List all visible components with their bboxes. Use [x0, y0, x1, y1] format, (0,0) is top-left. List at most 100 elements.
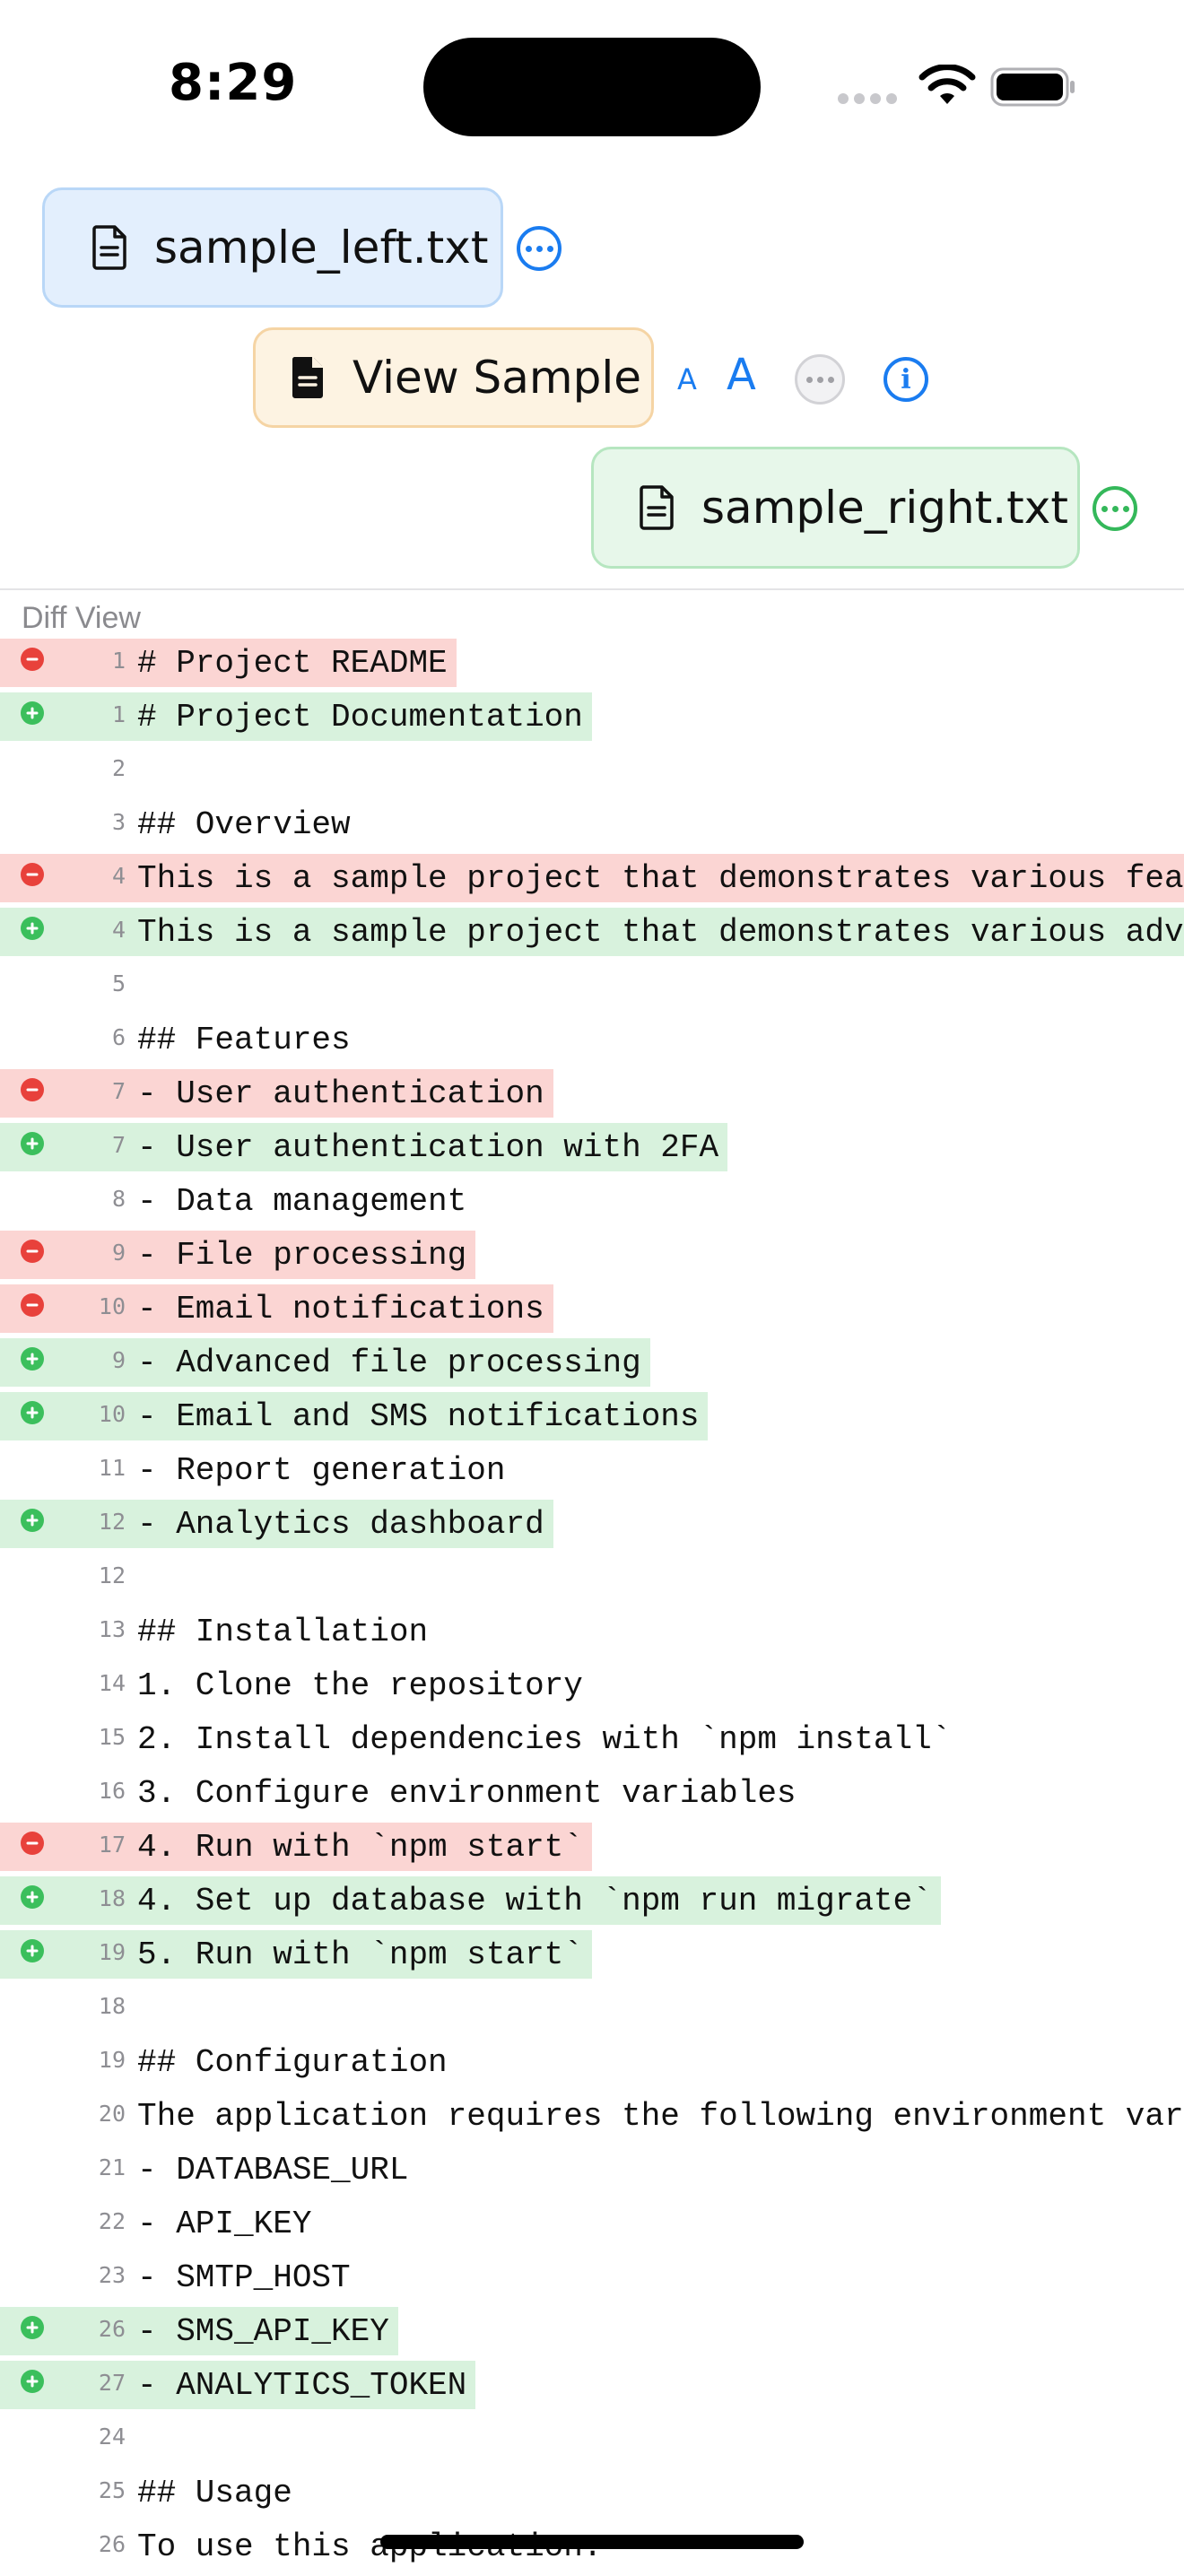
- diff-line-context: 26 To use this application:: [0, 2522, 1184, 2576]
- line-text: ## Installation: [137, 1614, 429, 1650]
- line-text: - Advanced file processing: [137, 1345, 641, 1381]
- line-number: 1: [111, 701, 126, 727]
- line-text: - File processing: [137, 1237, 467, 1274]
- line-number: 10: [98, 1401, 126, 1427]
- line-number: 26: [98, 2316, 126, 2342]
- line-text: ## Usage: [137, 2475, 292, 2511]
- plus-circle-icon: [21, 917, 44, 940]
- line-text: ## Features: [137, 1022, 351, 1058]
- diff-line-added: 4 This is a sample project that demonstra…: [0, 908, 1184, 962]
- left-more-button[interactable]: [517, 226, 562, 271]
- line-text: 4. Set up database with `npm run migrate…: [137, 1883, 932, 1919]
- info-icon: i: [901, 363, 911, 396]
- status-time: 8:29: [169, 54, 298, 112]
- line-text: - User authentication: [137, 1075, 544, 1112]
- line-text: # Project README: [137, 645, 448, 682]
- line-number: 10: [98, 1293, 126, 1319]
- diff-line-context: 25 ## Usage: [0, 2468, 1184, 2522]
- diff-list[interactable]: 1 # Project README 1 # Project Documentatio…: [0, 639, 1184, 2576]
- line-number: 3: [111, 809, 126, 835]
- diff-line-removed: 10 - Email notifications: [0, 1284, 1184, 1338]
- plus-circle-icon: [21, 1509, 44, 1532]
- right-file-button[interactable]: sample_right.txt: [591, 447, 1080, 569]
- diff-line-context: 14 1. Clone the repository: [0, 1661, 1184, 1715]
- decrease-font-button[interactable]: A: [677, 362, 697, 396]
- toolbar-divider: [0, 588, 1184, 590]
- minus-circle-icon: [21, 1832, 44, 1855]
- line-text: - SMS_API_KEY: [137, 2313, 389, 2350]
- minus-circle-icon: [21, 1293, 44, 1317]
- diff-line-context: 23 - SMTP_HOST: [0, 2253, 1184, 2307]
- line-number: 27: [98, 2370, 126, 2396]
- line-text: - Data management: [137, 1183, 467, 1220]
- line-number: 4: [111, 863, 126, 889]
- diff-line-added: 7 - User authentication with 2FA: [0, 1123, 1184, 1177]
- diff-line-added: 18 4. Set up database with `npm run migra…: [0, 1876, 1184, 1930]
- left-file-label: sample_left.txt: [154, 222, 489, 274]
- plus-circle-icon: [21, 1885, 44, 1909]
- diff-line-added: 9 - Advanced file processing: [0, 1338, 1184, 1392]
- line-number: 25: [98, 2477, 126, 2503]
- line-text: - Email and SMS notifications: [137, 1398, 700, 1435]
- line-number: 19: [98, 1939, 126, 1965]
- line-text: 5. Run with `npm start`: [137, 1936, 583, 1973]
- increase-font-button[interactable]: A: [727, 350, 756, 400]
- diff-line-added: 12 - Analytics dashboard: [0, 1500, 1184, 1553]
- diff-line-removed: 7 - User authentication: [0, 1069, 1184, 1123]
- diff-line-removed: 1 # Project README: [0, 639, 1184, 692]
- line-number: 12: [98, 1509, 126, 1535]
- line-text: 4. Run with `npm start`: [137, 1829, 583, 1866]
- home-indicator[interactable]: [380, 2535, 804, 2549]
- document-icon: [292, 357, 323, 398]
- diff-line-context: 5: [0, 962, 1184, 1015]
- line-number: 8: [111, 1186, 126, 1212]
- diff-line-context: 19 ## Configuration: [0, 2038, 1184, 2092]
- line-number: 18: [98, 1885, 126, 1911]
- info-button[interactable]: i: [884, 357, 928, 402]
- line-text: ## Configuration: [137, 2044, 448, 2081]
- line-text: - DATABASE_URL: [137, 2152, 409, 2189]
- minus-circle-icon: [21, 1240, 44, 1263]
- right-file-label: sample_right.txt: [701, 482, 1068, 534]
- left-file-button[interactable]: sample_left.txt: [42, 187, 503, 308]
- diff-line-context: 11 - Report generation: [0, 1446, 1184, 1500]
- line-number: 26: [98, 2531, 126, 2557]
- line-number: 22: [98, 2208, 126, 2234]
- line-number: 11: [98, 1455, 126, 1481]
- diff-line-context: 16 3. Configure environment variables: [0, 1769, 1184, 1823]
- line-text: - Email notifications: [137, 1291, 544, 1327]
- line-number: 16: [98, 1778, 126, 1804]
- right-more-button[interactable]: [1093, 486, 1137, 531]
- line-number: 13: [98, 1616, 126, 1642]
- minus-circle-icon: [21, 1078, 44, 1101]
- diff-line-context: 12: [0, 1553, 1184, 1607]
- line-text: - Report generation: [137, 1452, 506, 1489]
- line-number: 9: [111, 1347, 126, 1373]
- plus-circle-icon: [21, 1132, 44, 1155]
- diff-line-context: 2: [0, 746, 1184, 800]
- diff-line-context: 24: [0, 2415, 1184, 2468]
- view-sample-button[interactable]: View Sample: [253, 327, 654, 428]
- line-text: The application requires the following e…: [137, 2098, 1184, 2135]
- line-text: 3. Configure environment variables: [137, 1775, 797, 1812]
- plus-circle-icon: [21, 2370, 44, 2393]
- diff-line-context: 3 ## Overview: [0, 800, 1184, 854]
- center-more-button[interactable]: [795, 354, 845, 405]
- line-number: 1: [111, 648, 126, 674]
- diff-line-removed: 9 - File processing: [0, 1231, 1184, 1284]
- line-number: 17: [98, 1832, 126, 1858]
- view-sample-label: View Sample: [353, 352, 642, 404]
- signal-icon: [838, 93, 899, 106]
- diff-line-context: 15 2. Install dependencies with `npm inst…: [0, 1715, 1184, 1769]
- line-text: - API_KEY: [137, 2206, 312, 2242]
- more-icon: [525, 245, 553, 252]
- line-number: 4: [111, 917, 126, 943]
- diff-line-context: 18: [0, 1984, 1184, 2038]
- plus-circle-icon: [21, 1939, 44, 1962]
- line-number: 7: [111, 1132, 126, 1158]
- diff-line-added: 26 - SMS_API_KEY: [0, 2307, 1184, 2361]
- diff-line-context: 13 ## Installation: [0, 1607, 1184, 1661]
- diff-line-context: 8 - Data management: [0, 1177, 1184, 1231]
- line-number: 9: [111, 1240, 126, 1266]
- line-number: 18: [98, 1993, 126, 2019]
